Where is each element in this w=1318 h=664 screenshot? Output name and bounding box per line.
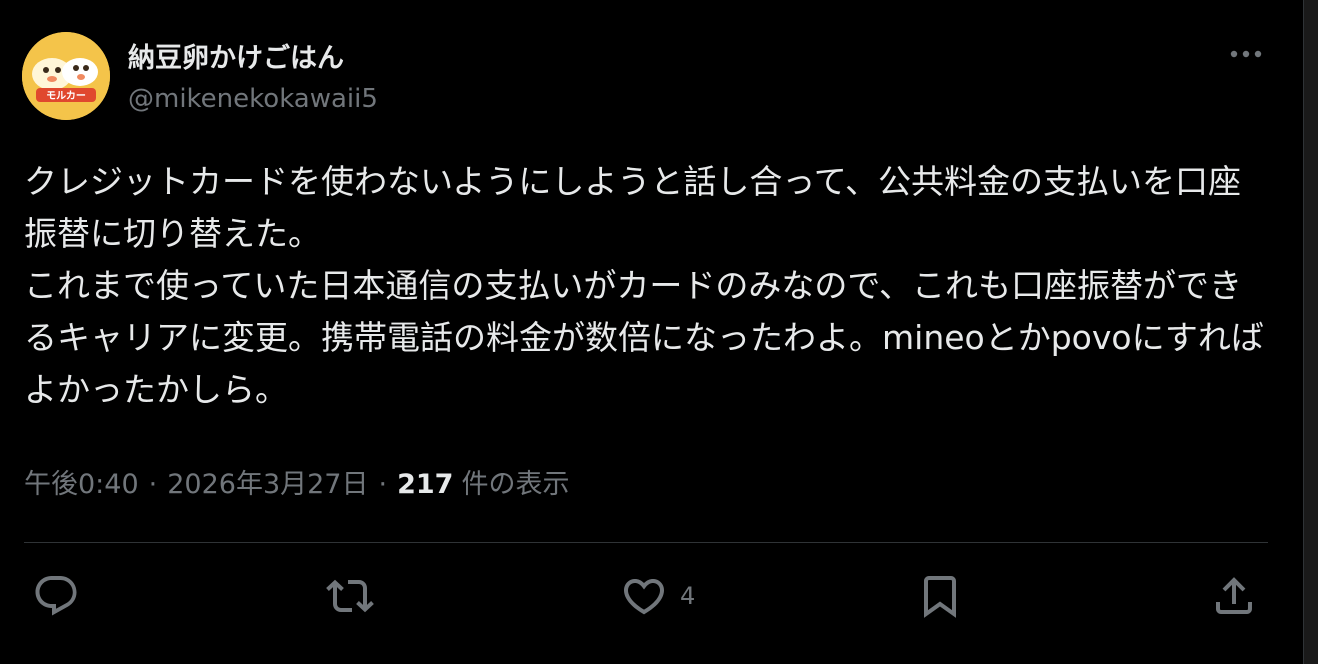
more-button[interactable] <box>1222 36 1270 72</box>
heart-icon <box>623 579 665 615</box>
avatar-text: モルカー <box>46 90 86 102</box>
avatar-image: モルカー <box>22 32 110 120</box>
author-display-name[interactable]: 納豆卵かけごはん <box>128 36 344 75</box>
more-icon <box>1230 50 1262 58</box>
meta-separator: · <box>148 469 158 500</box>
retweet-button[interactable] <box>326 572 374 620</box>
like-button[interactable]: 4 <box>620 572 695 620</box>
share-button[interactable] <box>1210 572 1258 620</box>
author-handle[interactable]: @mikenekokawaii5 <box>128 84 378 114</box>
meta-separator: · <box>378 469 388 500</box>
tweet-date[interactable]: 2026年3月27日 <box>167 462 368 501</box>
reply-button[interactable] <box>32 572 80 620</box>
tweet-text: クレジットカードを使わないようにしようと話し合って、公共料金の支払いを口座振替に… <box>24 162 1264 409</box>
like-count: 4 <box>680 582 696 610</box>
bookmark-icon <box>924 576 956 618</box>
tweet-meta: 午後0:40 · 2026年3月27日 · 217 件の表示 <box>24 462 569 501</box>
share-icon <box>1216 577 1252 614</box>
views-count[interactable]: 217 <box>397 469 453 500</box>
window-edge <box>1303 0 1318 664</box>
divider <box>24 542 1268 543</box>
retweet-icon <box>326 579 374 613</box>
bookmark-button[interactable] <box>916 572 964 620</box>
avatar[interactable]: モルカー <box>22 32 110 120</box>
reply-icon <box>35 576 77 616</box>
views-label: 件の表示 <box>461 469 570 500</box>
tweet-detail: モルカー 納豆卵かけごはん @mikenekokawaii5 クレジットカードを… <box>0 0 1303 664</box>
tweet-time[interactable]: 午後0:40 <box>24 462 139 501</box>
